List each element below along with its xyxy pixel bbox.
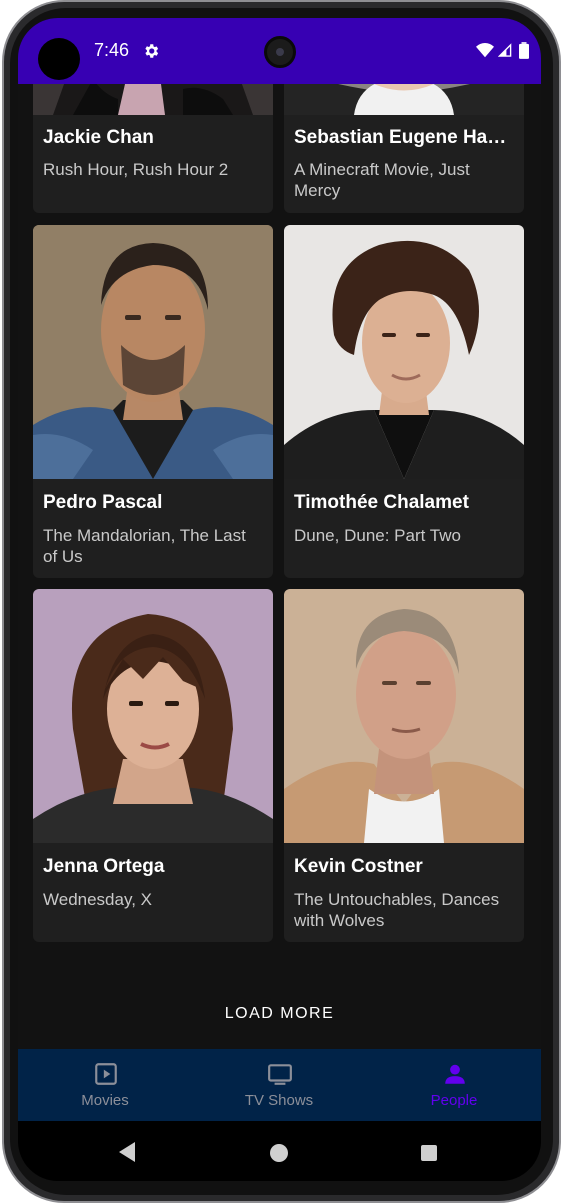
nav-label-people: People: [430, 1092, 478, 1109]
screen: 7:46 Jackie Chan Rush Hour, Rush Hour 2 …: [18, 18, 541, 1181]
battery-icon: [519, 42, 529, 59]
recents-icon[interactable]: [421, 1145, 437, 1161]
nav-label-tv-shows: TV Shows: [244, 1092, 314, 1109]
person-photo: [33, 84, 273, 115]
person-known-for: The Untouchables, Dances with Wolves: [294, 890, 500, 930]
wifi-icon: [476, 43, 494, 58]
portrait-kevin-costner: [284, 589, 524, 843]
portrait-jackie-chan: [33, 84, 273, 115]
person-photo: [284, 589, 524, 843]
person-card[interactable]: Timothée Chalamet Dune, Dune: Part Two: [284, 225, 524, 578]
person-name: Pedro Pascal: [43, 492, 163, 513]
person-photo: [33, 225, 273, 479]
front-camera: [264, 36, 296, 68]
home-icon[interactable]: [270, 1144, 288, 1162]
load-more-button[interactable]: LOAD MORE: [168, 994, 391, 1034]
person-known-for: Dune, Dune: Part Two: [294, 526, 461, 545]
status-time: 7:46: [94, 40, 130, 60]
person-card[interactable]: Kevin Costner The Untouchables, Dances w…: [284, 589, 524, 942]
person-known-for: The Mandalorian, The Last of Us: [43, 526, 246, 566]
play-box-icon: [95, 1063, 117, 1085]
gear-icon: [145, 44, 159, 58]
nav-item-movies[interactable]: Movies: [18, 1049, 192, 1121]
person-name: Kevin Costner: [294, 856, 423, 877]
person-name: Jackie Chan: [43, 127, 154, 148]
portrait-sebastian: [284, 84, 524, 115]
nav-label-movies: Movies: [81, 1092, 129, 1109]
person-photo: [284, 84, 524, 115]
signal-icon: [498, 43, 512, 57]
people-grid[interactable]: Jackie Chan Rush Hour, Rush Hour 2 Sebas…: [18, 84, 541, 1049]
person-photo: [284, 225, 524, 479]
person-known-for: Wednesday, X: [43, 890, 152, 909]
person-name: Jenna Ortega: [43, 856, 165, 877]
person-card[interactable]: Pedro Pascal The Mandalorian, The Last o…: [33, 225, 273, 578]
tv-icon: [268, 1064, 292, 1085]
system-navigation-bar: [18, 1121, 541, 1181]
person-name: Timothée Chalamet: [294, 492, 469, 513]
portrait-pedro-pascal: [33, 225, 273, 479]
punch-hole-camera: [38, 38, 80, 80]
person-photo: [33, 589, 273, 843]
portrait-timothee-chalamet: [284, 225, 524, 479]
bottom-navigation: Movies TV Shows People: [18, 1049, 541, 1121]
portrait-jenna-ortega: [33, 589, 273, 843]
nav-item-tv-shows[interactable]: TV Shows: [192, 1049, 366, 1121]
person-card[interactable]: Jenna Ortega Wednesday, X: [33, 589, 273, 942]
back-icon[interactable]: [117, 1141, 137, 1163]
person-card[interactable]: Jackie Chan Rush Hour, Rush Hour 2: [33, 84, 273, 213]
person-name: Sebastian Eugene Ha…: [294, 127, 507, 148]
person-card[interactable]: Sebastian Eugene Ha… A Minecraft Movie, …: [284, 84, 524, 213]
person-known-for: Rush Hour, Rush Hour 2: [43, 160, 229, 179]
person-icon: [445, 1064, 465, 1084]
status-bar: 7:46: [18, 18, 541, 84]
person-known-for: A Minecraft Movie, Just Mercy: [294, 160, 470, 200]
nav-item-people[interactable]: People: [367, 1049, 541, 1121]
